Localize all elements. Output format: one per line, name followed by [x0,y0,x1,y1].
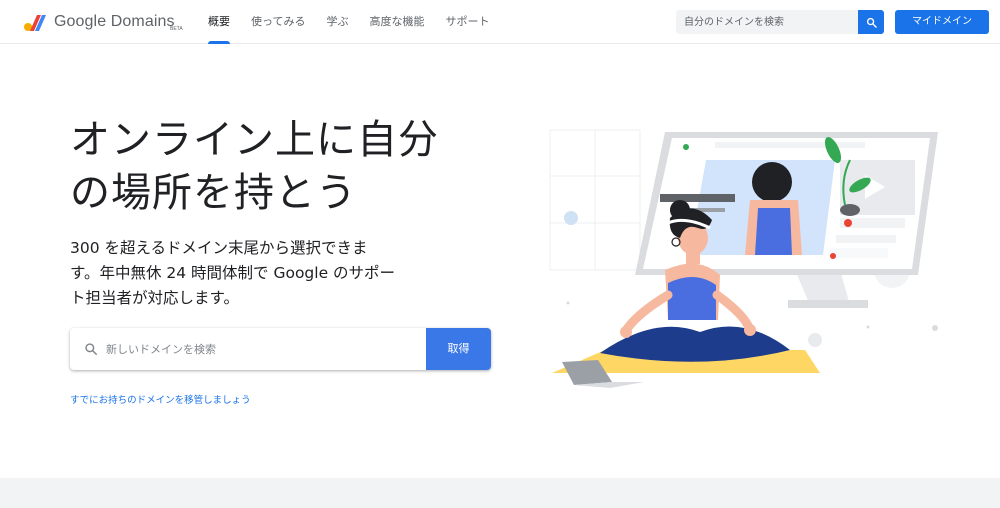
footer-band [0,478,1000,508]
search-icon [866,17,877,28]
description-line-2: す。年中無休 24 時間体制で Google のサポー [70,264,396,282]
header-search-button[interactable] [858,10,884,34]
headline-line-2: の場所を持とう [70,170,357,216]
brand-name[interactable]: Google Domains [54,13,175,31]
headline-line-1: オンライン上に自分 [70,117,439,163]
get-domain-button[interactable]: 取得 [426,328,491,370]
google-domains-logo[interactable] [22,10,46,34]
header-search-input[interactable] [676,10,858,34]
nav-tab-get-started[interactable]: 使ってみる [251,0,305,44]
decor-dot [808,333,822,347]
hero-description: 300 を超えるドメイン末尾から選択できま す。年中無休 24 時間体制で Go… [70,236,410,311]
description-line-1: 300 を超えるドメイン末尾から選択できま [70,239,368,257]
top-navigation-bar: Google Domains BETA 概要 使ってみる 学ぶ 高度な機能 サポ… [0,0,1000,44]
domain-search-box: 取得 [70,328,491,370]
beta-badge: BETA [170,26,183,32]
nav-tab-overview[interactable]: 概要 [208,0,230,44]
my-domains-button[interactable]: マイドメイン [895,10,989,34]
nav-tab-advanced[interactable]: 高度な機能 [369,0,424,44]
description-line-3: ト担当者が対応します。 [70,289,239,307]
search-icon [85,343,97,355]
nav-tab-learn[interactable]: 学ぶ [326,0,348,44]
nav-tab-support[interactable]: サポート [445,0,489,44]
main-nav: 概要 使ってみる 学ぶ 高度な機能 サポート [208,0,510,44]
page-title: オンライン上に自分 の場所を持とう [70,114,490,220]
transfer-domain-link[interactable]: すでにお持ちのドメインを移管しましょう [70,392,251,406]
decor-dot [564,211,578,225]
domain-search-input[interactable] [106,328,424,370]
background-grid [549,129,641,271]
yoga-computer-illustration [549,129,938,388]
